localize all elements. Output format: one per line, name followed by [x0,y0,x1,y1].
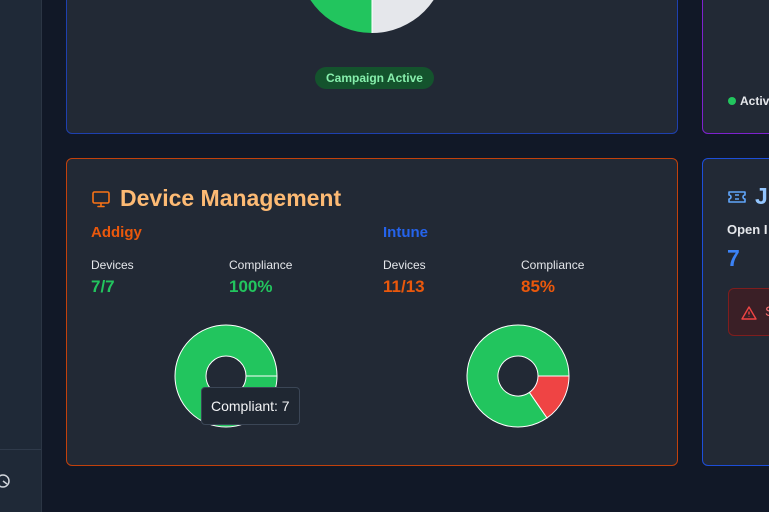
intune-compliance-label: Compliance [521,258,585,272]
jira-alert-text: S [765,303,769,319]
jira-title: Ji [755,183,769,209]
active-dot-icon [728,97,736,105]
addigy-compliance-label: Compliance [229,258,293,272]
jira-open-label: Open I [727,222,768,237]
device-management-title: Device Management [120,185,342,211]
provider-addigy-label: Addigy [91,224,142,241]
monitor-icon [92,190,110,207]
campaign-pie-filled [310,0,372,33]
provider-intune-label: Intune [383,224,428,241]
jira-card: Ji Open I 7 S [702,158,769,466]
campaign-pie-empty [372,0,434,33]
campaign-pie-chart [310,0,434,33]
device-management-header: Device Management [91,185,341,212]
active-status: Active [728,94,769,108]
status-card: Active [702,0,769,134]
sidebar-footer [0,449,41,512]
intune-compliance-value: 85% [521,277,556,296]
addigy-devices-label: Devices [91,258,134,272]
addigy-compliance-value: 100% [229,277,273,296]
addigy-devices-value: 7/7 [91,277,115,296]
sidebar [0,0,42,512]
campaign-status-badge: Campaign Active [315,67,434,89]
bot-icon[interactable] [0,472,12,490]
campaign-card: Campaign Active [66,0,678,134]
intune-compliance-donut[interactable] [466,324,570,428]
jira-header: Ji [727,183,769,210]
jira-open-value: 7 [727,245,740,271]
jira-alert[interactable]: S [728,288,769,336]
chart-tooltip: Compliant: 7 [201,387,300,425]
intune-devices-label: Devices [383,258,426,272]
active-status-label: Active [740,94,769,108]
warning-icon [741,306,757,320]
dashboard: Campaign Active Active Device Management… [0,0,769,512]
device-management-card: Device Management Addigy Devices 7/7 Com… [66,158,678,466]
intune-devices-value: 11/13 [383,277,425,296]
ticket-icon [728,190,746,203]
